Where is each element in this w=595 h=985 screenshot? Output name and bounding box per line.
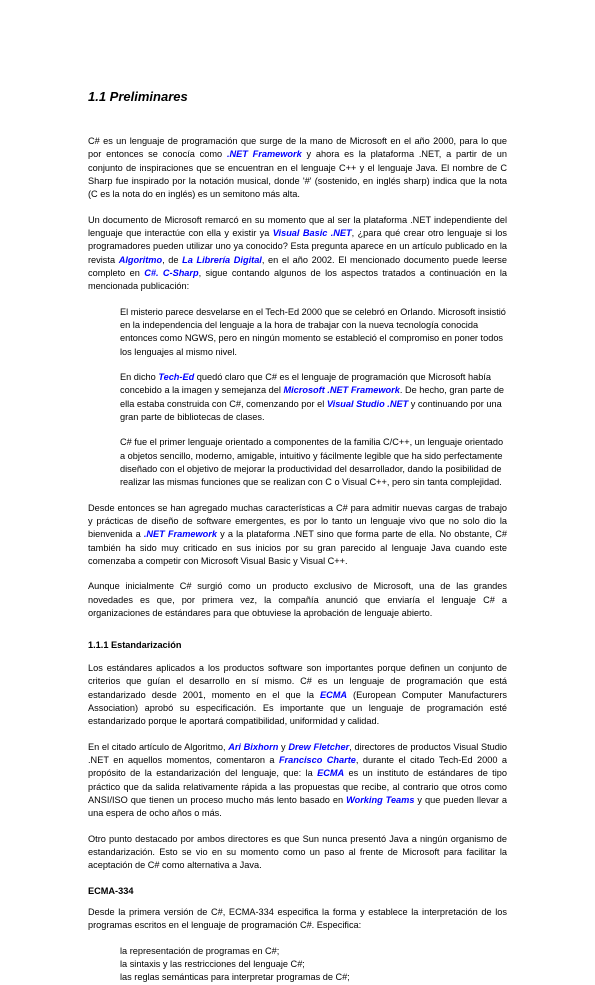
link-ecma[interactable]: ECMA [320,690,347,700]
link-net-framework[interactable]: .NET Framework [227,149,302,159]
paragraph-1: C# es un lenguaje de programación que su… [88,135,507,202]
link-visual-basic-net[interactable]: Visual Basic .NET [273,228,352,238]
paragraph-4-indented: En dicho Tech-Ed quedó claro que C# es e… [88,371,507,424]
link-ms-net-framework[interactable]: Microsoft .NET Framework [283,385,399,395]
link-ari-bixhorn[interactable]: Ari Bixhorn [228,742,278,752]
link-visual-studio-net[interactable]: Visual Studio .NET [327,399,408,409]
paragraph-6: Desde entonces se han agregado muchas ca… [88,502,507,569]
link-ecma-2[interactable]: ECMA [317,768,344,778]
link-francisco-charte[interactable]: Francisco Charte [279,755,356,765]
p9-text-b: y [278,742,288,752]
p2-text-c: , de [162,255,182,265]
link-drew-fletcher[interactable]: Drew Fletcher [288,742,349,752]
link-csharp[interactable]: C#. C-Sharp [144,268,198,278]
paragraph-3-indented: El misterio parece desvelarse en el Tech… [88,306,507,359]
p5-text: C# fue el primer lenguaje orientado a co… [120,436,507,489]
paragraph-11: Desde la primera versión de C#, ECMA-334… [88,906,507,933]
paragraph-7: Aunque inicialmente C# surgió como un pr… [88,580,507,620]
link-net-framework-2[interactable]: .NET Framework [144,529,217,539]
paragraph-2: Un documento de Microsoft remarcó en su … [88,214,507,294]
paragraph-5-indented: C# fue el primer lenguaje orientado a co… [88,436,507,489]
page-title: 1.1 Preliminares [88,88,507,107]
link-teched[interactable]: Tech-Ed [158,372,194,382]
list-item: la sintaxis y las restricciones del leng… [120,958,507,971]
paragraph-9: En el citado artículo de Algoritmo, Ari … [88,741,507,821]
p3-text: El misterio parece desvelarse en el Tech… [120,306,507,359]
p4-text-a: En dicho [120,372,158,382]
spec-list: la representación de programas en C#; la… [88,945,507,985]
link-libreria-digital[interactable]: La Librería Digital [182,255,262,265]
list-item: las reglas semánticas para interpretar p… [120,971,507,984]
link-working-teams[interactable]: Working Teams [346,795,414,805]
list-item: la representación de programas en C#; [120,945,507,958]
paragraph-10: Otro punto destacado por ambos directore… [88,833,507,873]
section-heading: 1.1.1 Estandarización [88,639,507,652]
subsection-heading: ECMA-334 [88,885,507,898]
p9-text-a: En el citado artículo de Algoritmo, [88,742,228,752]
paragraph-8: Los estándares aplicados a los productos… [88,662,507,729]
link-algoritmo[interactable]: Algoritmo [119,255,162,265]
